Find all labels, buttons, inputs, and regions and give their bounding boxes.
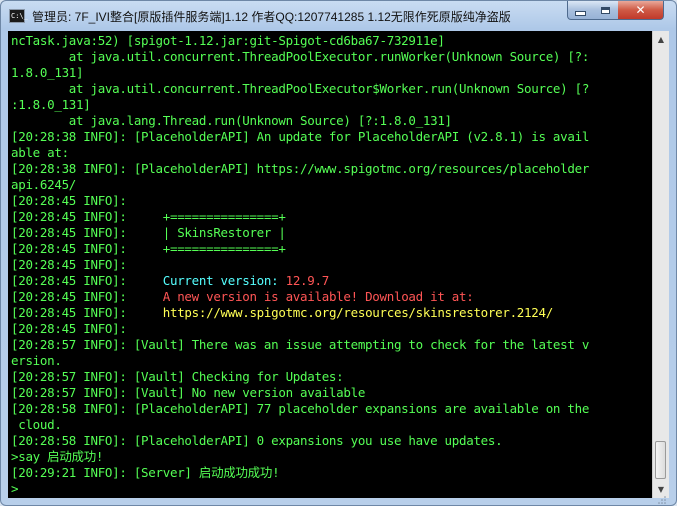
console-text-segment: [20:28:45 INFO]: — [11, 257, 127, 272]
console-text-segment: at java.lang.Thread.run(Unknown Source) … — [11, 113, 452, 128]
console-text-segment: [20:29:21 INFO]: [Server] 启动成功成功! — [11, 465, 280, 480]
console-text-segment: Current version: — [162, 273, 286, 288]
vertical-scrollbar[interactable]: ▲ ▼ — [652, 31, 669, 498]
console-text-segment: | SkinsRestorer | — [162, 225, 286, 240]
console-line: [20:28:38 INFO]: [PlaceholderAPI] An upd… — [11, 129, 651, 145]
console-text-segment: 1.8.0_131] — [11, 65, 84, 80]
console-line: at java.lang.Thread.run(Unknown Source) … — [11, 113, 651, 129]
minimize-button[interactable] — [567, 1, 594, 20]
console-output[interactable]: ncTask.java:52) [spigot-1.12.jar:git-Spi… — [8, 31, 652, 498]
scroll-thumb[interactable] — [655, 441, 666, 479]
console-text-segment: ersion. — [11, 353, 62, 368]
console-text-segment: https://www.spigotmc.org/resources/skins… — [162, 305, 553, 320]
arrow-up-icon: ▲ — [657, 35, 665, 44]
console-line: at java.util.concurrent.ThreadPoolExecut… — [11, 81, 651, 97]
console-line: [20:28:45 INFO]: | SkinsRestorer | — [11, 225, 651, 241]
console-line: [20:28:57 INFO]: [Vault] There was an is… — [11, 337, 651, 353]
minimize-icon — [575, 10, 586, 16]
console-text-segment: api.6245/ — [11, 177, 77, 192]
console-line: > — [11, 481, 651, 497]
console-text-segment: 12.9.7 — [285, 273, 330, 288]
console-text-segment: [20:28:45 INFO]: — [11, 273, 163, 288]
console-text-segment: [20:28:38 INFO]: [PlaceholderAPI] https:… — [11, 161, 590, 176]
console-text-segment: [20:28:57 INFO]: [Vault] Checking for Up… — [11, 369, 344, 384]
console-line: [20:28:45 INFO]: A new version is availa… — [11, 289, 651, 305]
console-text-segment: [20:28:57 INFO]: [Vault] No new version … — [11, 385, 366, 400]
console-lines: ncTask.java:52) [spigot-1.12.jar:git-Spi… — [11, 33, 651, 497]
console-text-segment: +===============+ — [162, 209, 286, 224]
console-text-segment: > — [11, 481, 19, 496]
console-line: able at: — [11, 145, 651, 161]
console-text-segment: [20:28:45 INFO]: — [11, 289, 163, 304]
maximize-icon — [601, 6, 610, 14]
console-line: [20:28:58 INFO]: [PlaceholderAPI] 0 expa… — [11, 433, 651, 449]
console-text-segment: :1.8.0_131] — [11, 97, 91, 112]
window-title: 管理员: 7F_IVI整合[原版插件服务端]1.12 作者QQ:12077412… — [32, 10, 511, 24]
console-text-segment: [20:28:45 INFO]: — [11, 305, 163, 320]
console-text-segment: [20:28:45 INFO]: — [11, 241, 163, 256]
console-text-segment: [20:28:45 INFO]: — [11, 209, 163, 224]
scroll-up-button[interactable]: ▲ — [653, 31, 669, 48]
maximize-button[interactable] — [593, 1, 619, 20]
console-line: 1.8.0_131] — [11, 65, 651, 81]
console-line: api.6245/ — [11, 177, 651, 193]
console-text-segment: [20:28:45 INFO]: — [11, 225, 163, 240]
close-button[interactable]: ✕ — [618, 1, 664, 20]
console-line: [20:28:57 INFO]: [Vault] No new version … — [11, 385, 651, 401]
console-text-segment: at java.util.concurrent.ThreadPoolExecut… — [11, 49, 590, 64]
title-bar[interactable]: C:\_ 管理员: 7F_IVI整合[原版插件服务端]1.12 作者QQ:120… — [1, 1, 676, 31]
console-line: >say 启动成功! — [11, 449, 651, 465]
console-text-segment: able at: — [11, 145, 69, 160]
close-icon: ✕ — [635, 3, 646, 17]
console-line: [20:28:45 INFO]: — [11, 193, 651, 209]
console-text-segment: [20:28:58 INFO]: [PlaceholderAPI] 77 pla… — [11, 401, 590, 416]
console-line: [20:29:21 INFO]: [Server] 启动成功成功! — [11, 465, 651, 481]
console-line: ncTask.java:52) [spigot-1.12.jar:git-Spi… — [11, 33, 651, 49]
console-text-segment: +===============+ — [162, 241, 286, 256]
console-line: [20:28:45 INFO]: — [11, 257, 651, 273]
console-line: :1.8.0_131] — [11, 97, 651, 113]
console-text-segment: [20:28:45 INFO]: — [11, 321, 127, 336]
console-line: [20:28:58 INFO]: [PlaceholderAPI] 77 pla… — [11, 401, 651, 417]
console-text-segment: A new version is available! Download it … — [162, 289, 474, 304]
console-text-segment: ncTask.java:52) [spigot-1.12.jar:git-Spi… — [11, 33, 445, 48]
console-line: [20:28:57 INFO]: [Vault] Checking for Up… — [11, 369, 651, 385]
console-text-segment: [20:28:58 INFO]: [PlaceholderAPI] 0 expa… — [11, 433, 503, 448]
arrow-down-icon: ▼ — [657, 485, 665, 494]
console-line: [20:28:45 INFO]: https://www.spigotmc.or… — [11, 305, 651, 321]
console-text-segment: [20:28:57 INFO]: [Vault] There was an is… — [11, 337, 590, 352]
console-line: ersion. — [11, 353, 651, 369]
console-line: [20:28:45 INFO]: +===============+ — [11, 241, 651, 257]
console-text-segment: at java.util.concurrent.ThreadPoolExecut… — [11, 81, 590, 96]
console-text-segment: [20:28:38 INFO]: [PlaceholderAPI] An upd… — [11, 129, 590, 144]
console-line: [20:28:45 INFO]: Current version: 12.9.7 — [11, 273, 651, 289]
console-text-segment: [20:28:45 INFO]: — [11, 193, 127, 208]
console-line: [20:28:45 INFO]: +===============+ — [11, 209, 651, 225]
console-text-segment: >say 启动成功! — [11, 449, 104, 464]
console-text-segment: cloud. — [11, 417, 62, 432]
resize-grip-icon[interactable] — [658, 496, 666, 504]
console-line: [20:28:45 INFO]: — [11, 321, 651, 337]
console-line: [20:28:38 INFO]: [PlaceholderAPI] https:… — [11, 161, 651, 177]
console-line: cloud. — [11, 417, 651, 433]
console-line: at java.util.concurrent.ThreadPoolExecut… — [11, 49, 651, 65]
console-icon[interactable]: C:\_ — [9, 9, 28, 23]
console-window: C:\_ 管理员: 7F_IVI整合[原版插件服务端]1.12 作者QQ:120… — [0, 0, 677, 506]
